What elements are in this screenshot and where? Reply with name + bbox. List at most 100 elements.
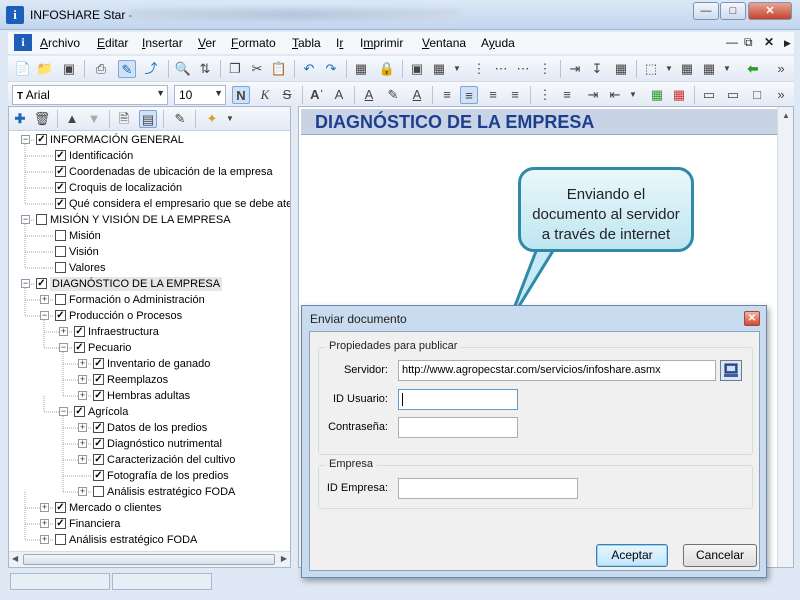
tree-node[interactable]: Misión (9, 229, 290, 245)
tree-node-checkbox[interactable]: ✓ (36, 278, 47, 289)
insert-row-icon[interactable]: ⋮ (470, 60, 488, 78)
tree-node-checkbox[interactable]: ✓ (55, 502, 66, 513)
delete-node-icon[interactable]: 🗑 (33, 110, 51, 128)
tree-node[interactable]: − ✓ DIAGNÓSTICO DE LA EMPRESA (9, 277, 290, 293)
expand-icon[interactable]: + (78, 375, 87, 384)
panel-splitter[interactable] (291, 106, 298, 568)
expand-icon[interactable]: + (40, 519, 49, 528)
tree-node[interactable]: + ✓ Inventario de ganado (9, 357, 290, 373)
indent-dropdown-icon[interactable]: ▼ (624, 86, 642, 104)
tree-node-checkbox[interactable]: ✓ (93, 438, 104, 449)
justify-icon[interactable]: ≡ (506, 86, 524, 104)
expand-icon[interactable]: + (78, 455, 87, 464)
expand-icon[interactable]: + (40, 535, 49, 544)
table-style-dropdown-icon[interactable]: ▼ (718, 60, 736, 78)
tree-node-checkbox[interactable]: ✓ (55, 198, 66, 209)
expand-icon[interactable]: + (78, 423, 87, 432)
tree-node-checkbox[interactable]: ✓ (93, 358, 104, 369)
frame-shade-icon[interactable]: □ (748, 86, 766, 104)
find-icon[interactable]: 🔍 (174, 60, 192, 78)
font-color-icon[interactable]: A (360, 86, 378, 104)
user-id-field[interactable] (398, 389, 518, 410)
tree-node-checkbox[interactable]: ✓ (55, 150, 66, 161)
tree-node[interactable]: ✓ Croquis de localización (9, 181, 290, 197)
redo-icon[interactable]: ↷ (322, 60, 340, 78)
tree-node[interactable]: − MISIÓN Y VISIÓN DE LA EMPRESA (9, 213, 290, 229)
tree-node[interactable]: ✓ Coordenadas de ubicación de la empresa (9, 165, 290, 181)
tree-node-checkbox[interactable]: ✓ (93, 374, 104, 385)
tree-node-checkbox[interactable]: ✓ (55, 518, 66, 529)
image-icon[interactable]: ▣ (408, 60, 426, 78)
scroll-up-icon[interactable]: ▲ (782, 111, 790, 120)
menu-ir[interactable]: Ir (336, 36, 343, 50)
tree-node-checkbox[interactable]: ✓ (74, 406, 85, 417)
grid-icon[interactable]: ▦ (678, 60, 696, 78)
tree-node-checkbox[interactable] (55, 262, 66, 273)
delete-row-icon[interactable]: ⋯ (514, 60, 532, 78)
mdi-close-icon[interactable]: ✕ (764, 35, 774, 49)
tree-node[interactable]: + ✓ Mercado o clientes (9, 501, 290, 517)
tree-node[interactable]: − ✓ Pecuario (9, 341, 290, 357)
add-node-icon[interactable]: ✚ (11, 110, 29, 128)
remove-field-icon[interactable]: ▦ (670, 86, 688, 104)
edit-node-icon[interactable]: ✎ (171, 110, 189, 128)
page-icon[interactable]: 🗎 (115, 110, 133, 128)
align-center-icon[interactable]: ≡ (460, 86, 478, 104)
expand-icon[interactable]: + (78, 487, 87, 496)
numbering-icon[interactable]: ≡ (558, 86, 576, 104)
tree-node-checkbox[interactable]: ✓ (55, 166, 66, 177)
collapse-icon[interactable]: − (40, 311, 49, 320)
tree-node[interactable]: Visión (9, 245, 290, 261)
tree-node[interactable]: ✓ Fotografía de los predios (9, 469, 290, 485)
insert-field-icon[interactable]: ▦ (648, 86, 666, 104)
save-icon[interactable]: ▣ (60, 60, 78, 78)
delete-column-icon[interactable]: ⋮ (536, 60, 554, 78)
cell-properties-icon[interactable]: ▦ (612, 60, 630, 78)
scroll-right-icon[interactable]: ▶ (281, 554, 287, 563)
expand-icon[interactable]: + (59, 327, 68, 336)
highlight-icon[interactable]: ✎ (384, 86, 402, 104)
tree-node[interactable]: + ✓ Infraestructura (9, 325, 290, 341)
open-folder-icon[interactable]: 📁 (36, 60, 54, 78)
collapse-icon[interactable]: − (21, 215, 30, 224)
tree-node-checkbox[interactable] (55, 534, 66, 545)
copy-icon[interactable]: ❐ (226, 60, 244, 78)
collapse-icon[interactable]: − (21, 279, 30, 288)
menu-ver[interactable]: Ver (198, 36, 216, 50)
tree-node[interactable]: Valores (9, 261, 290, 277)
maximize-button[interactable]: □ (720, 2, 746, 20)
table-style-icon[interactable]: ▦ (700, 60, 718, 78)
tree-node-checkbox[interactable]: ✓ (93, 454, 104, 465)
page-view-icon[interactable]: ▤ (139, 110, 157, 128)
tree-node[interactable]: + ✓ Financiera (9, 517, 290, 533)
align-right-icon[interactable]: ≡ (484, 86, 502, 104)
undo-icon[interactable]: ↶ (300, 60, 318, 78)
menu-imprimir[interactable]: Imprimir (360, 36, 403, 50)
tree-node-checkbox[interactable]: ✓ (36, 134, 47, 145)
menu-ventana[interactable]: Ventana (422, 36, 466, 50)
bold-icon[interactable]: N (232, 86, 250, 104)
tree-node-checkbox[interactable]: ✓ (74, 342, 85, 353)
collapse-icon[interactable]: − (59, 343, 68, 352)
tree-node-checkbox[interactable]: ✓ (93, 470, 104, 481)
expand-icon[interactable]: + (78, 391, 87, 400)
scroll-thumb[interactable] (23, 554, 275, 565)
tree-node-checkbox[interactable] (36, 214, 47, 225)
wand-icon[interactable]: ✦ (203, 110, 221, 128)
menu-insertar[interactable]: Insertar (142, 36, 183, 50)
font-family-select[interactable]: T Arial ▼ (12, 85, 168, 105)
wand-dropdown-icon[interactable]: ▼ (221, 110, 239, 128)
back-arrow-icon[interactable]: ⬅ (744, 60, 762, 78)
menu-ayuda[interactable]: Ayuda (481, 36, 515, 50)
vertical-scrollbar[interactable]: ▲ (777, 107, 793, 567)
strikethrough-icon[interactable]: S (278, 86, 296, 104)
indent-icon[interactable]: ⇥ (584, 86, 602, 104)
minimize-button[interactable]: — (693, 2, 719, 20)
move-up-icon[interactable]: ▲ (63, 110, 81, 128)
tree-node[interactable]: + ✓ Diagnóstico nutrimental (9, 437, 290, 453)
align-left-icon[interactable]: ≡ (438, 86, 456, 104)
cut-icon[interactable]: ✂ (248, 60, 266, 78)
tree-node-checkbox[interactable]: ✓ (55, 310, 66, 321)
font-size-select[interactable]: 10 ▼ (174, 85, 226, 105)
borders-icon[interactable]: ⬚ (642, 60, 660, 78)
